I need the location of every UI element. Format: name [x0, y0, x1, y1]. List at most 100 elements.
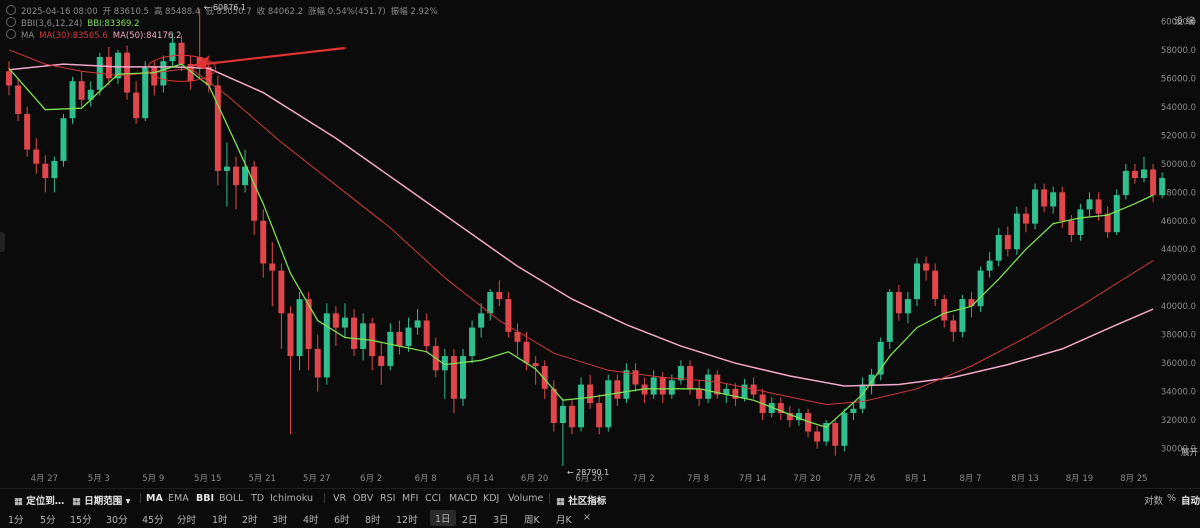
candle-up [959, 299, 966, 332]
indicator-ema[interactable]: EMA [168, 493, 189, 504]
y-tick-label: 54000.0 [1161, 103, 1196, 113]
candle-up [223, 166, 230, 171]
sub-indicator-volume[interactable]: Volume [508, 493, 543, 504]
candle-down [450, 356, 457, 399]
candle-down [42, 163, 49, 179]
x-tick-label: 7月 20 [793, 474, 820, 484]
candle-up [886, 291, 893, 342]
sub-indicator-cci[interactable]: CCI [425, 493, 441, 504]
period-30分[interactable]: 30分 [106, 512, 128, 526]
period-45分[interactable]: 45分 [142, 512, 164, 526]
candle-down [568, 405, 575, 428]
sub-indicator-rsi[interactable]: RSI [380, 493, 395, 504]
candle-down [6, 71, 12, 86]
eye-icon[interactable] [6, 5, 16, 15]
period-5分[interactable]: 5分 [40, 512, 56, 526]
candle-up [705, 374, 712, 399]
candle-up [677, 366, 684, 381]
sub-indicator-vr[interactable]: VR [333, 493, 346, 504]
candle-up [60, 118, 67, 161]
indicator-bbi[interactable]: BBI [196, 493, 214, 504]
settings-edit[interactable]: 设 编 [1174, 14, 1196, 27]
candle-down [287, 313, 294, 357]
indicator-ma[interactable]: MA [146, 493, 163, 504]
candle-up [487, 291, 494, 314]
candle-up [469, 327, 476, 357]
candle-down [1104, 213, 1111, 233]
expand-button[interactable]: 展开 [1181, 446, 1198, 458]
close-icon[interactable]: × [583, 512, 591, 523]
candle-up [904, 299, 911, 314]
candle-down [950, 320, 957, 332]
period-1分[interactable]: 1分 [8, 512, 24, 526]
sub-indicator-mfi[interactable]: MFI [402, 493, 418, 504]
candle-down [923, 263, 930, 271]
period-6时[interactable]: 6时 [334, 512, 350, 526]
info-open: 开 83610.5 [102, 7, 149, 17]
period-分时[interactable]: 分时 [177, 512, 196, 526]
period-12时[interactable]: 12时 [396, 512, 418, 526]
date-range-label: 日期范围 [84, 496, 123, 507]
candle-up [296, 299, 303, 357]
ma50-value: MA(50):84176.2 [112, 31, 182, 41]
locate-button[interactable]: ▦ 定位到… [14, 493, 64, 507]
candle-down [178, 42, 185, 65]
extreme-annotation: ← 28790.1 [567, 468, 609, 477]
community-indicator-button[interactable]: ▦ 社区指标 [556, 493, 606, 507]
period-15分[interactable]: 15分 [70, 512, 92, 526]
candle-up [414, 320, 421, 328]
candle-up [1122, 170, 1129, 196]
candle-down [278, 270, 285, 314]
auto-scale-button[interactable]: 自动 [1181, 493, 1200, 507]
candle-down [78, 81, 85, 100]
candle-down [1095, 199, 1102, 214]
period-月K[interactable]: 月K [556, 512, 572, 526]
candle-up [1050, 192, 1057, 207]
candle-up [850, 408, 857, 414]
percent-scale-button[interactable]: % [1167, 493, 1176, 504]
log-scale-button[interactable]: 对数 [1144, 493, 1163, 507]
period-3时[interactable]: 3时 [272, 512, 288, 526]
candle-up [578, 384, 585, 428]
period-8时[interactable]: 8时 [365, 512, 381, 526]
chart-area[interactable]: 30000.0 32000.0 34000.0 36000.0 38000.0 40000… [0, 0, 1200, 488]
indicator-boll[interactable]: BOLL [219, 493, 243, 504]
candle-down [1022, 213, 1029, 224]
eye-icon[interactable] [6, 29, 16, 39]
period-1时[interactable]: 1时 [212, 512, 228, 526]
y-tick-label: 44000.0 [1161, 245, 1196, 255]
period-1日[interactable]: 1日 [430, 510, 456, 526]
indicator-td[interactable]: TD [251, 493, 264, 504]
candle-up [986, 260, 993, 271]
date-range-button[interactable]: ▦ 日期范围 ▾ [72, 493, 130, 507]
candle-up [559, 405, 566, 423]
candle-down [523, 341, 530, 364]
candle-down [532, 363, 539, 367]
eye-icon[interactable] [6, 17, 16, 27]
candle-down [1041, 189, 1048, 207]
sub-indicator-macd[interactable]: MACD [449, 493, 477, 504]
candle-up [1159, 178, 1166, 196]
sub-indicator-kdj[interactable]: KDJ [483, 493, 499, 504]
candle-up [387, 331, 394, 367]
community-label: 社区指标 [568, 496, 607, 507]
period-3日[interactable]: 3日 [493, 512, 509, 526]
period-2时[interactable]: 2时 [242, 512, 258, 526]
sub-indicator-obv[interactable]: OBV [353, 493, 373, 504]
left-drag-handle[interactable] [0, 232, 5, 252]
candlestick-chart[interactable]: 30000.032000.034000.036000.038000.040000… [0, 0, 1200, 488]
bbi-value: BBI:83369.2 [87, 19, 140, 29]
y-tick-label: 36000.0 [1161, 359, 1196, 369]
period-4时[interactable]: 4时 [303, 512, 319, 526]
candle-down [314, 348, 321, 378]
period-周K[interactable]: 周K [524, 512, 540, 526]
candle-down [351, 317, 358, 349]
indicator-ichimoku[interactable]: Ichimoku [270, 493, 313, 504]
x-tick-label: 7月 14 [739, 474, 766, 484]
divider: | [548, 493, 552, 504]
candle-up [142, 66, 149, 119]
red-arrow [193, 46, 346, 67]
period-2日[interactable]: 2日 [462, 512, 478, 526]
candle-down [124, 52, 131, 93]
candle-up [650, 377, 657, 395]
